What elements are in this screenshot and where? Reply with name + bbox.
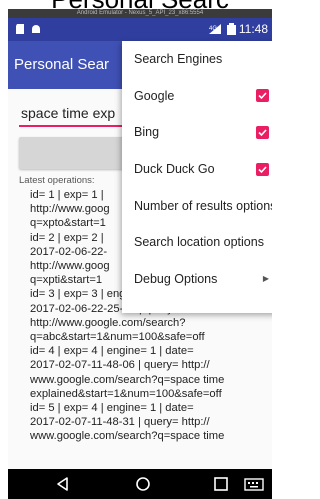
emulator-title: Android Emulator - Nexus_5_API_23_x86:55… — [8, 9, 272, 18]
android-icon — [32, 25, 40, 33]
bing-checkbox[interactable] — [256, 125, 269, 139]
menu-item-duckduckgo[interactable]: Duck Duck Go — [122, 151, 272, 188]
menu-item-label: Search location options — [134, 235, 264, 250]
menu-item-label: Search Engines — [134, 52, 223, 67]
overflow-menu: Search Engines Google Bing Duck Duck Go — [122, 41, 272, 313]
menu-item-bing[interactable]: Bing — [122, 114, 272, 151]
menu-item-number-of-results[interactable]: Number of results options — [122, 187, 272, 224]
keyboard-icon[interactable] — [244, 475, 264, 493]
app-title: Personal Sear — [14, 56, 110, 73]
svg-text:4G: 4G — [209, 26, 217, 32]
checkmark-icon — [258, 92, 267, 100]
emulator-screen: Android Emulator - Nexus_5_API_23_x86:55… — [8, 9, 272, 499]
google-checkbox[interactable] — [256, 89, 269, 103]
signal-icon: 4G — [209, 24, 221, 34]
menu-item-label: Duck Duck Go — [134, 162, 215, 177]
operations-label: Latest operations: — [19, 175, 95, 186]
menu-item-label: Debug Options — [134, 271, 218, 286]
menu-item-search-location[interactable]: Search location options — [122, 224, 272, 261]
home-icon[interactable] — [134, 475, 152, 493]
battery-icon — [227, 23, 236, 35]
menu-item-label: Number of results options — [134, 198, 272, 213]
recents-icon[interactable] — [212, 475, 230, 493]
menu-item-label: Google — [134, 88, 175, 103]
sd-card-icon — [16, 24, 24, 34]
status-bar: 4G 11:48 — [8, 18, 272, 41]
duckduckgo-checkbox[interactable] — [256, 162, 269, 176]
submenu-arrow-icon: ▶ — [262, 274, 269, 284]
status-time: 11:48 — [238, 22, 268, 36]
menu-item-debug-options[interactable]: Debug Options ▶ — [122, 261, 272, 298]
menu-item-search-engines[interactable]: Search Engines — [122, 41, 272, 78]
menu-item-google[interactable]: Google — [122, 78, 272, 115]
menu-item-label: Bing — [134, 125, 160, 140]
checkmark-icon — [258, 166, 267, 173]
navigation-bar — [8, 469, 272, 499]
back-icon[interactable] — [54, 475, 72, 493]
checkmark-icon — [258, 129, 267, 137]
